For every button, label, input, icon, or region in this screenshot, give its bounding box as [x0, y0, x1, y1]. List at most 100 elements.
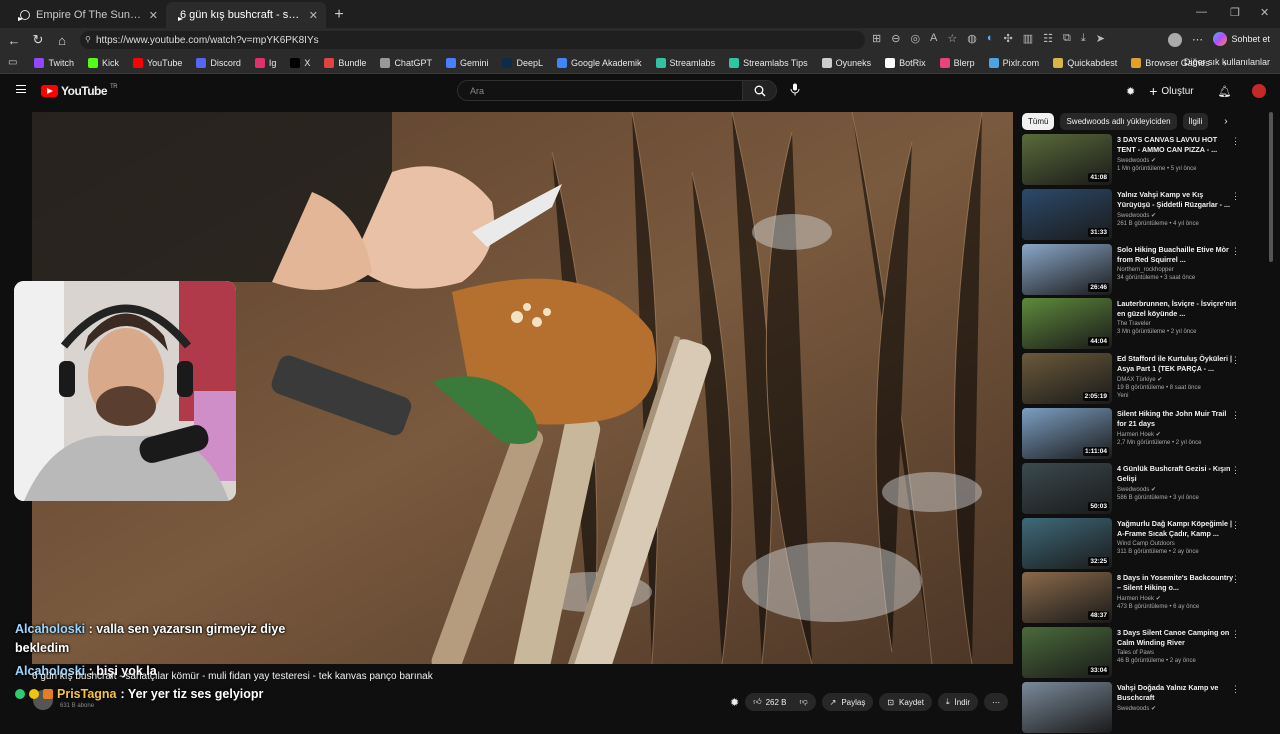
recommendation-thumbnail[interactable]: 48:37 — [1022, 572, 1112, 624]
recommendation-item[interactable]: 26:46 Solo Hiking Buachaille Etive Mòr fr… — [1022, 243, 1252, 296]
recommendation-item[interactable]: Vahşi Doğada Yalnız Kamp ve Buschcraft Sw… — [1022, 682, 1252, 734]
favorite-star-icon[interactable]: ☆ — [947, 32, 957, 45]
recommendation-title[interactable]: Ed Stafford ile Kurtuluş Öyküleri | Asya… — [1117, 354, 1237, 374]
extension-action-icon[interactable]: ✹ — [730, 696, 739, 709]
chevron-right-icon[interactable]: › — [1224, 116, 1227, 127]
more-vertical-icon[interactable]: ⋮ — [1231, 520, 1240, 531]
recommendation-title[interactable]: Lauterbrunnen, İsviçre - İsviçre'nin en … — [1117, 299, 1237, 319]
recommendation-item[interactable]: 41:08 3 DAYS CANVAS LAVVU HOT TENT - AMMO… — [1022, 134, 1252, 186]
bookmark-item[interactable]: Quickabdest — [1046, 57, 1124, 68]
reload-icon[interactable]: ↻ — [26, 32, 50, 48]
bookmark-item[interactable]: Streamlabs Tips — [722, 57, 815, 68]
bookmark-item[interactable]: Ig — [248, 57, 284, 68]
chip-all[interactable]: Tümü — [1022, 112, 1055, 130]
tracking-icon[interactable]: ◎ — [910, 32, 920, 45]
collections-icon[interactable]: ⧉ — [1063, 32, 1071, 45]
create-button[interactable]: + Oluştur — [1149, 83, 1193, 99]
recommendation-title[interactable]: 8 Days in Yosemite's Backcountry – Silen… — [1117, 573, 1237, 593]
split-screen-icon[interactable]: ▥ — [1023, 32, 1033, 45]
recommendation-title[interactable]: Silent Hiking the John Muir Trail for 21… — [1117, 409, 1237, 429]
recommendation-thumbnail[interactable]: 41:08 — [1022, 134, 1112, 185]
recommendation-channel[interactable]: DMAX Türkiye ✔ — [1117, 376, 1237, 383]
recommendation-item[interactable]: 50:03 4 Günlük Bushcraft Gezisi - Kışın G… — [1022, 462, 1252, 515]
bookmark-item[interactable]: Google Akademik — [550, 57, 649, 68]
recommendation-title[interactable]: 3 Days Silent Canoe Camping on Calm Wind… — [1117, 628, 1237, 648]
profile-avatar[interactable] — [1168, 33, 1182, 47]
install-icon[interactable]: ⊞ — [872, 32, 881, 45]
recommendation-thumbnail[interactable]: 31:33 — [1022, 188, 1112, 240]
recommendation-thumbnail[interactable]: 32:25 — [1022, 517, 1112, 569]
recommendation-channel[interactable]: Harmen Hoek ✔ — [1117, 595, 1237, 602]
recommendation-channel[interactable]: Swedwoods ✔ — [1117, 486, 1237, 493]
maximize-icon[interactable]: ❐ — [1230, 6, 1240, 19]
more-vertical-icon[interactable]: ⋮ — [1231, 191, 1240, 202]
more-vertical-icon[interactable]: ⋮ — [1231, 684, 1240, 695]
extension-gear-icon[interactable]: ✹ — [1126, 85, 1135, 98]
bookmark-item[interactable]: Blerp — [933, 57, 982, 68]
share-button[interactable]: ↗ Paylaş — [821, 693, 874, 711]
youtube-logo[interactable]: YouTube TR — [41, 84, 118, 98]
save-button[interactable]: ⊡ Kaydet — [879, 693, 932, 711]
more-vertical-icon[interactable]: ⋮ — [1231, 629, 1240, 640]
bookmark-item[interactable]: YouTube — [126, 57, 189, 68]
share-icon[interactable]: ➤ — [1096, 32, 1105, 45]
more-menu-icon[interactable]: ⋯ — [1192, 33, 1203, 46]
more-vertical-icon[interactable]: ⋮ — [1231, 136, 1240, 147]
recommendation-channel[interactable]: The Traveler — [1117, 321, 1237, 327]
bookmark-item[interactable]: DeepL — [495, 57, 550, 68]
browser-tab-0[interactable]: Empire Of The Sun - Walking ✕ — [6, 2, 166, 28]
browser-tab-1[interactable]: 6 gün kış bushcraft - sanatçılar kö ✕ — [166, 2, 326, 28]
recommendation-thumbnail[interactable]: 50:03 — [1022, 462, 1112, 514]
recommendation-channel[interactable]: Swedwoods ✔ — [1117, 157, 1237, 164]
recommendation-thumbnail[interactable]: 1:11:04 — [1022, 408, 1112, 459]
extensions-puzzle-icon[interactable]: ✣ — [1004, 32, 1013, 45]
site-info-icon[interactable]: ⚲ — [85, 35, 91, 44]
back-icon[interactable]: ← — [2, 33, 26, 48]
bookmark-item[interactable]: Oyuneks — [815, 57, 879, 68]
bookmark-item[interactable]: X — [283, 57, 317, 68]
recommendation-thumbnail[interactable]: 44:04 — [1022, 298, 1112, 350]
recommendation-item[interactable]: 48:37 8 Days in Yosemite's Backcountry – … — [1022, 572, 1252, 624]
bookmark-item[interactable]: BotRix — [878, 57, 933, 68]
bookmark-item[interactable]: Gemini — [439, 57, 496, 68]
dislike-button[interactable]: 👎︎ — [800, 697, 808, 707]
page-scrollbar[interactable] — [1269, 112, 1273, 262]
tab-close-icon[interactable]: ✕ — [149, 9, 158, 22]
favorites-icon[interactable]: ☷ — [1043, 32, 1053, 45]
bookmark-item[interactable]: Discord — [189, 57, 248, 68]
recommendation-item[interactable]: 31:33 Yalnız Vahşi Kamp ve Kış Yürüyüşü -… — [1022, 188, 1252, 241]
bookmark-item[interactable]: Twitch — [27, 57, 81, 68]
more-vertical-icon[interactable]: ⋮ — [1231, 355, 1240, 366]
recommendation-channel[interactable]: Swedwoods ✔ — [1117, 705, 1237, 712]
more-actions-button[interactable]: ⋯ — [984, 693, 1009, 711]
recommendation-item[interactable]: 32:25 Yağmurlu Dağ Kampı Köpeğimle | A-Fr… — [1022, 517, 1252, 570]
downloads-icon[interactable]: ⤓ — [1081, 32, 1086, 45]
recommendation-channel[interactable]: Harmen Hoek ✔ — [1117, 431, 1237, 438]
recommendation-channel[interactable]: Tales of Paws — [1117, 650, 1237, 656]
extension-blue-icon[interactable]: ◐ — [987, 32, 994, 45]
download-button[interactable]: ⤓ İndir — [937, 693, 979, 711]
bookmark-item[interactable]: Pixlr.com — [982, 57, 1047, 68]
tab-close-icon[interactable]: ✕ — [309, 9, 318, 22]
recommendation-title[interactable]: Yalnız Vahşi Kamp ve Kış Yürüyüşü - Şidd… — [1117, 190, 1237, 210]
search-input[interactable]: Ara — [457, 80, 743, 101]
microphone-icon[interactable] — [790, 83, 800, 99]
minimize-icon[interactable]: — — [1196, 6, 1207, 18]
recommendation-channel[interactable]: Northern_rockhopper — [1117, 267, 1237, 273]
recommendation-title[interactable]: 4 Günlük Bushcraft Gezisi - Kışın Gelişi — [1117, 464, 1237, 484]
bookmark-item[interactable]: Kick — [81, 57, 126, 68]
recommendation-thumbnail[interactable]: 2:05:19 — [1022, 353, 1112, 405]
recommendation-thumbnail[interactable]: 33:04 — [1022, 627, 1112, 679]
bookmark-item[interactable]: ChatGPT — [373, 57, 439, 68]
zoom-icon[interactable]: ⊖ — [891, 32, 900, 45]
recommendation-title[interactable]: Yağmurlu Dağ Kampı Köpeğimle | A-Frame S… — [1117, 519, 1237, 539]
bookmark-item[interactable]: Bundle — [317, 57, 373, 68]
read-aloud-icon[interactable]: A — [930, 32, 937, 45]
copilot-button[interactable]: Sohbet et — [1213, 32, 1270, 46]
chip-related[interactable]: İlgili — [1182, 112, 1209, 130]
recommendation-item[interactable]: 1:11:04 Silent Hiking the John Muir Trail… — [1022, 408, 1252, 460]
search-button[interactable] — [743, 80, 777, 101]
bookmark-item[interactable]: Streamlabs — [649, 57, 723, 68]
recommendation-item[interactable]: 2:05:19 Ed Stafford ile Kurtuluş Öyküleri… — [1022, 353, 1252, 405]
recommendation-item[interactable]: 33:04 3 Days Silent Canoe Camping on Calm… — [1022, 627, 1252, 679]
